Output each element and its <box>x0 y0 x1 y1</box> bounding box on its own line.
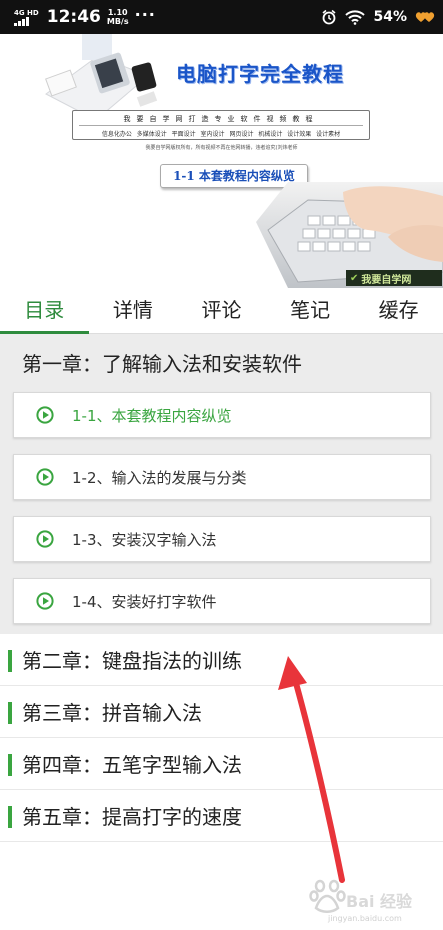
chapter-4-title: 第四章：五笔字型输入法 <box>22 753 242 777</box>
banner-logo-text: 我要自学网 <box>361 274 412 286</box>
logo-mark-icon: ✔ <box>350 272 359 284</box>
lesson-label: 1-1、本套教程内容纵览 <box>72 406 232 425</box>
chapter-marker <box>8 702 12 724</box>
play-circle-icon <box>36 406 54 424</box>
tab-comments[interactable]: 评论 <box>177 288 266 333</box>
more-notifications-icon: ··· <box>134 4 156 24</box>
net-speed-unit: MB/s <box>106 17 129 26</box>
chapter-marker <box>8 806 12 828</box>
lesson-1-2[interactable]: 1-2、输入法的发展与分类 <box>13 454 431 500</box>
banner-copyright-note: 我要自学网版权所有，所有视频不再在他网转播，违者追究(刘炜老师 <box>145 145 298 151</box>
banner-categories: 信息化办公 多媒体设计 平面设计 室内设计 网页设计 机械设计 设计效果 设计素… <box>101 131 341 138</box>
lesson-1-4[interactable]: 1-4、安装好打字软件 <box>13 578 431 624</box>
chapter-5[interactable]: 第五章：提高打字的速度 <box>0 790 443 842</box>
battery-heart-icon <box>415 10 435 24</box>
chapter-1-expanded: 第一章：了解输入法和安装软件 1-1、本套教程内容纵览 1-2、输入法的发展与分… <box>0 334 443 634</box>
chapter-4[interactable]: 第四章：五笔字型输入法 <box>0 738 443 790</box>
baidu-watermark: Bai 经验 jingyan.baidu.com <box>300 872 440 928</box>
lesson-1-3[interactable]: 1-3、安装汉字输入法 <box>13 516 431 562</box>
chapter-2[interactable]: 第二章：键盘指法的训练 <box>0 634 443 686</box>
play-circle-icon <box>36 530 54 548</box>
chapter-marker <box>8 650 12 672</box>
banner-slogan: 我要自学网打造专业软件视频教程 <box>123 115 319 123</box>
lesson-label: 1-2、输入法的发展与分类 <box>72 468 247 487</box>
lesson-1-1[interactable]: 1-1、本套教程内容纵览 <box>13 392 431 438</box>
clock: 12:46 <box>46 7 101 27</box>
chapter-3-title: 第三章：拼音输入法 <box>22 701 202 725</box>
banner-category-box: 我要自学网打造专业软件视频教程 信息化办公 多媒体设计 平面设计 室内设计 网页… <box>72 110 370 140</box>
tab-cache[interactable]: 缓存 <box>354 288 443 333</box>
net-speed-value: 1.10 <box>107 8 128 17</box>
wifi-icon <box>345 9 366 25</box>
play-circle-icon <box>36 592 54 610</box>
chapter-1-title[interactable]: 第一章：了解输入法和安装软件 <box>22 348 302 377</box>
detail-tabs: 目录 详情 评论 笔记 缓存 <box>0 288 443 334</box>
chapter-marker <box>8 754 12 776</box>
network-type: 4G HD <box>14 8 39 17</box>
course-banner: 电脑打字完全教程 我要自学网打造专业软件视频教程 信息化办公 多媒体设计 平面设… <box>0 34 443 288</box>
banner-title: 电脑打字完全教程 <box>176 62 344 86</box>
banner-site-logo: ✔ 我要自学网 <box>346 270 442 286</box>
tab-notes[interactable]: 笔记 <box>266 288 355 333</box>
chapter-2-title: 第二章：键盘指法的训练 <box>22 649 242 673</box>
signal-icon <box>14 16 39 26</box>
banner-divider <box>79 125 363 126</box>
chapter-3[interactable]: 第三章：拼音输入法 <box>0 686 443 738</box>
lesson-label: 1-4、安装好打字软件 <box>72 592 217 611</box>
chapter-5-title: 第五章：提高打字的速度 <box>22 805 242 829</box>
status-bar: 4G HD 12:46 1.10 MB/s ··· 54% <box>0 0 443 34</box>
network-indicator: 4G HD <box>14 9 39 26</box>
status-left: 4G HD 12:46 1.10 MB/s ··· <box>14 4 156 27</box>
battery-percent: 54% <box>373 9 407 25</box>
tab-details[interactable]: 详情 <box>89 288 178 333</box>
paw-logo-icon <box>309 879 346 913</box>
watermark-url: jingyan.baidu.com <box>328 914 402 923</box>
play-circle-icon <box>36 468 54 486</box>
lesson-label: 1-3、安装汉字输入法 <box>72 530 217 549</box>
watermark-text: Bai 经验 <box>346 892 413 911</box>
alarm-icon <box>321 9 337 25</box>
status-right: 54% <box>321 9 435 25</box>
tab-catalog[interactable]: 目录 <box>0 288 89 334</box>
net-speed: 1.10 MB/s <box>107 8 129 26</box>
